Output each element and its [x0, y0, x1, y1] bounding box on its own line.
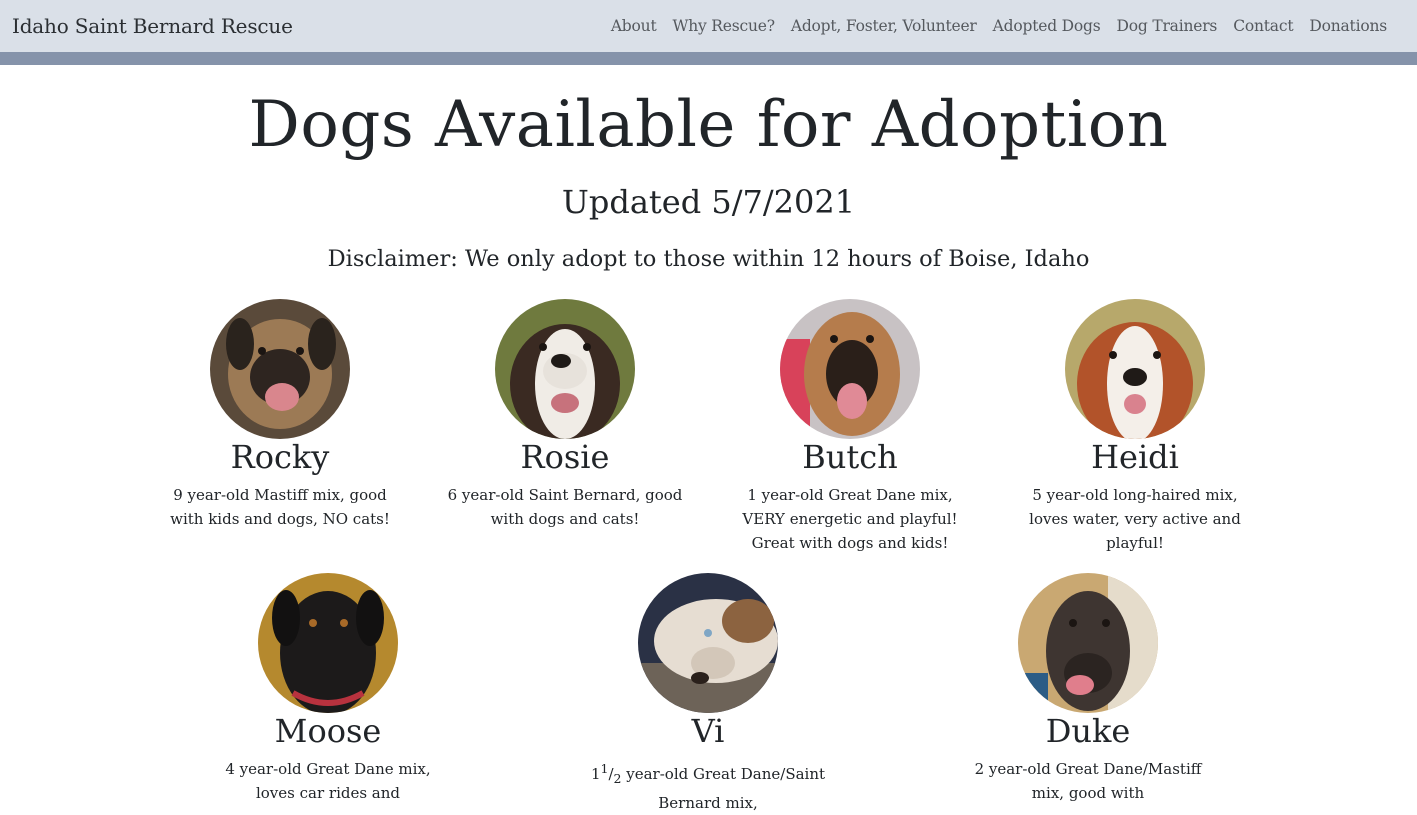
dog-name-rosie: Rosie [520, 438, 610, 476]
dog-description-heidi: 5 year-old long-haired mix, loves water,… [1029, 486, 1241, 552]
dog-name-rocky: Rocky [230, 438, 330, 476]
navbar: Idaho Saint Bernard Rescue About Why Res… [0, 0, 1417, 52]
dog-photo-moose[interactable] [258, 573, 398, 713]
page-title: Dogs Available for Adoption [248, 88, 1169, 162]
dog-card-rocky: Rocky 9 year-old Mastiff mix, good with … [160, 299, 400, 531]
navbar-accent-band [0, 52, 1417, 65]
dog-photo-duke[interactable] [1018, 573, 1158, 713]
dog-photo-butch[interactable] [780, 299, 920, 439]
dog-card-moose: Moose 4 year-old Great Dane mix, loves c… [208, 573, 448, 805]
dog-description-vi: 11/2 year-old Great Dane/Saint Bernard m… [590, 761, 826, 812]
nav-link-contact[interactable]: Contact [1225, 15, 1301, 37]
brand-link[interactable]: Idaho Saint Bernard Rescue [12, 13, 293, 39]
nav-link-adopted-dogs[interactable]: Adopted Dogs [985, 15, 1109, 37]
nav-links: About Why Rescue? Adopt, Foster, Volunte… [603, 15, 1395, 37]
dog-card-vi: Vi 11/2 year-old Great Dane/Saint Bernar… [588, 573, 828, 815]
dog-card-butch: Butch 1 year-old Great Dane mix, VERY en… [730, 299, 970, 555]
dog-photo-rosie[interactable] [495, 299, 635, 439]
nav-link-dog-trainers[interactable]: Dog Trainers [1109, 15, 1226, 37]
nav-link-about[interactable]: About [603, 15, 665, 37]
age-whole: 1 [590, 765, 601, 783]
dog-description-moose: 4 year-old Great Dane mix, loves car rid… [225, 760, 431, 802]
age-description: year-old Great Dane/Saint Bernard mix, [621, 765, 826, 812]
nav-link-donations[interactable]: Donations [1301, 15, 1395, 37]
dog-card-heidi: Heidi 5 year-old long-haired mix, loves … [1015, 299, 1255, 555]
dog-photo-rocky[interactable] [210, 299, 350, 439]
dog-photo-heidi[interactable] [1065, 299, 1205, 439]
dog-name-moose: Moose [274, 712, 382, 750]
dog-name-butch: Butch [802, 438, 898, 476]
dog-description-rocky: 9 year-old Mastiff mix, good with kids a… [170, 486, 390, 528]
dog-description-butch: 1 year-old Great Dane mix, VERY energeti… [742, 486, 958, 552]
nav-link-adopt-foster-volunteer[interactable]: Adopt, Foster, Volunteer [783, 15, 985, 37]
dog-card-duke: Duke 2 year-old Great Dane/Mastiff mix, … [968, 573, 1208, 805]
dog-photo-vi[interactable] [638, 573, 778, 713]
nav-link-why-rescue[interactable]: Why Rescue? [664, 15, 782, 37]
dog-name-duke: Duke [1045, 712, 1131, 750]
dog-description-rosie: 6 year-old Saint Bernard, good with dogs… [447, 486, 683, 528]
dog-card-rosie: Rosie 6 year-old Saint Bernard, good wit… [445, 299, 685, 531]
dog-name-vi: Vi [691, 712, 725, 750]
dog-name-heidi: Heidi [1091, 438, 1179, 476]
age-fraction-numerator: 1 [600, 761, 609, 776]
disclaimer: Disclaimer: We only adopt to those withi… [327, 246, 1090, 272]
dog-description-duke: 2 year-old Great Dane/Mastiff mix, good … [974, 760, 1202, 802]
updated-date: Updated 5/7/2021 [561, 183, 856, 221]
